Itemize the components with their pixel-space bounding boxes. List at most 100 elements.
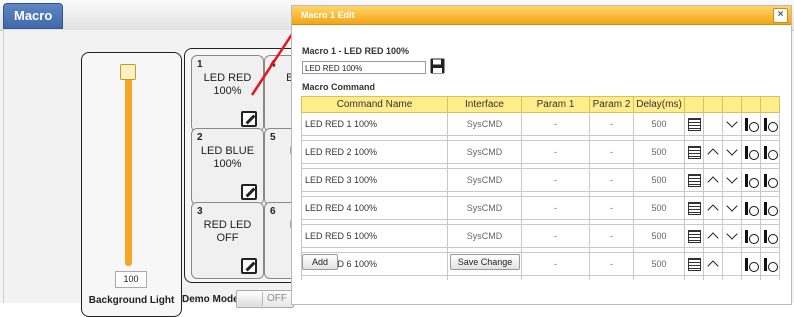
delay-cell[interactable]: 500 [633,112,685,136]
save-icon[interactable] [430,58,445,74]
chevron-up-icon[interactable] [706,257,720,271]
chevron-down-icon[interactable] [725,229,739,243]
insert-icon[interactable] [743,201,759,216]
delete-icon[interactable] [762,173,778,188]
column-header [760,96,780,113]
list-icon[interactable] [687,229,701,243]
param2-cell[interactable]: - [589,252,634,276]
delete-icon[interactable] [762,201,778,216]
close-icon[interactable]: × [773,8,788,23]
table-header: Command Name Interface Param 1 Param 2 Delay… [301,96,780,113]
param1-cell[interactable]: - [521,196,590,220]
action-cell [741,140,761,164]
macro-name: RED LED OFF [203,219,252,244]
command-name-cell[interactable]: LED RED 4 100% [301,196,448,220]
insert-icon[interactable] [743,257,759,272]
macro-button-2[interactable]: 2 LED BLUE 100% [191,128,264,205]
spacer-cell [741,275,761,280]
interface-cell[interactable]: SysCMD [447,224,522,248]
chevron-down-icon[interactable] [725,201,739,215]
param2-cell[interactable]: - [589,112,634,136]
command-name-cell[interactable]: LED RED 2 100% [301,140,448,164]
interface-cell[interactable]: SysCMD [447,112,522,136]
background-light-label: Background Light [88,295,175,306]
demo-mode-toggle[interactable]: OFF [236,290,294,308]
command-heading: Macro Command [302,82,376,92]
insert-icon[interactable] [743,229,759,244]
list-icon[interactable] [687,173,701,187]
command-name-cell[interactable]: LED RED 1 100% [301,112,448,136]
list-icon[interactable] [687,117,701,131]
command-name-cell[interactable]: LED RED 3 100% [301,168,448,192]
macro-button-1[interactable]: 1 LED RED 100% [191,55,264,132]
param2-cell[interactable]: - [589,196,634,220]
background-light-value[interactable]: 100 [115,271,147,288]
action-cell [703,252,723,276]
chevron-up-icon[interactable] [706,145,720,159]
macro-number: 6 [270,206,276,217]
macro-button-3[interactable]: 3 RED LED OFF [191,202,264,279]
table-row: LED RED 4 100% SysCMD - -500 [301,196,780,220]
save-change-button[interactable]: Save Change [450,254,520,270]
chevron-up-icon[interactable] [706,229,720,243]
column-header [741,96,761,113]
list-icon[interactable] [687,201,701,215]
edit-icon[interactable] [241,258,257,274]
column-header [684,96,704,113]
delete-icon[interactable] [762,229,778,244]
interface-cell[interactable]: SysCMD [447,140,522,164]
dialog-title: Macro 1 Edit [301,10,355,20]
action-cell [722,112,742,136]
chevron-up-icon[interactable] [706,173,720,187]
add-button[interactable]: Add [302,254,338,270]
chevron-up-icon[interactable] [706,201,720,215]
demo-mode-label: Demo Mode: [182,294,242,305]
macro-name-input[interactable]: LED RED 100% [302,61,426,74]
insert-icon[interactable] [743,117,759,132]
edit-icon[interactable] [241,111,257,127]
delete-icon[interactable] [762,257,778,272]
slider-thumb[interactable] [120,64,136,80]
insert-icon[interactable] [743,145,759,160]
chevron-down-icon[interactable] [725,117,739,131]
delay-cell[interactable]: 500 [633,140,685,164]
delay-cell[interactable]: 500 [633,196,685,220]
column-header [722,96,742,113]
command-name-cell[interactable]: LED RED 5 100% [301,224,448,248]
insert-icon[interactable] [743,173,759,188]
param2-cell[interactable]: - [589,140,634,164]
delay-cell[interactable]: 500 [633,224,685,248]
action-cell [760,112,780,136]
tab-macro[interactable]: Macro [3,3,64,29]
delete-icon[interactable] [762,117,778,132]
macro-heading: Macro 1 - LED RED 100% [302,46,410,56]
dialog-title-bar[interactable]: Macro 1 Edit × [292,6,791,25]
list-icon[interactable] [687,145,701,159]
column-header: Command Name [301,96,448,113]
interface-cell[interactable]: SysCMD [447,196,522,220]
chevron-down-icon[interactable] [725,173,739,187]
param2-cell[interactable]: - [589,168,634,192]
spacer-cell [589,275,634,280]
param1-cell[interactable]: - [521,224,590,248]
spacer-cell [722,275,742,280]
delay-cell[interactable]: 500 [633,168,685,192]
edit-icon[interactable] [241,184,257,200]
chevron-down-icon[interactable] [725,145,739,159]
action-cell [760,140,780,164]
action-cell [760,252,780,276]
list-icon[interactable] [687,257,701,271]
param1-cell[interactable]: - [521,112,590,136]
delay-cell[interactable]: 500 [633,252,685,276]
background-light-slider[interactable] [125,68,132,266]
delete-icon[interactable] [762,145,778,160]
param1-cell[interactable]: - [521,140,590,164]
macro-content: 100 Background Light 1 LED RED 100% 2 LED B… [3,30,337,317]
spacer-cell [633,275,685,280]
param2-cell[interactable]: - [589,224,634,248]
toggle-knob[interactable] [238,292,263,306]
background-light-panel: 100 Background Light [81,52,182,317]
param1-cell[interactable]: - [521,168,590,192]
interface-cell[interactable]: SysCMD [447,168,522,192]
param1-cell[interactable]: - [521,252,590,276]
